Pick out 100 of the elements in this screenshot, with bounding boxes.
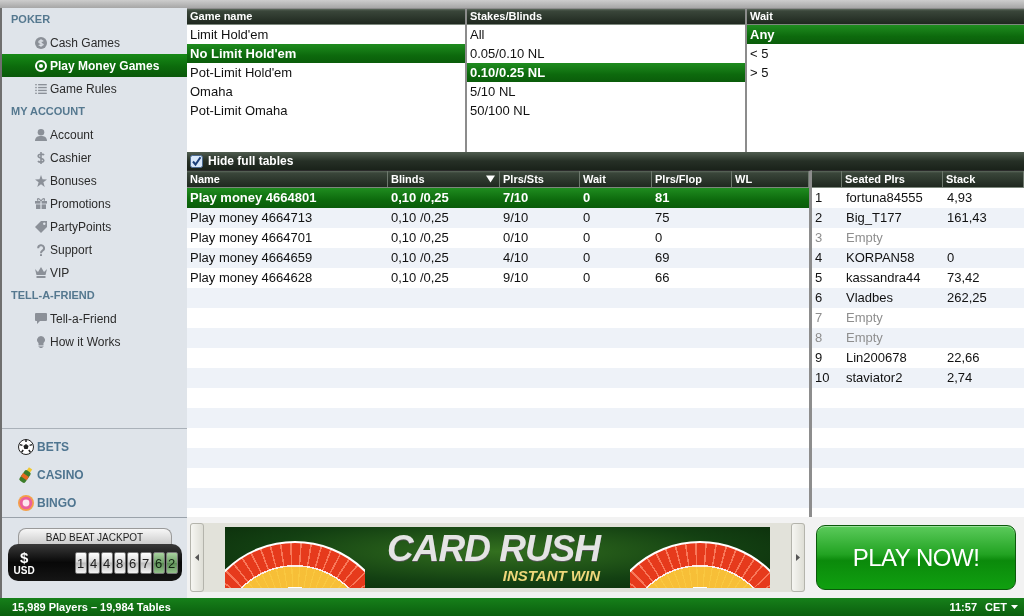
seat-number: 6 xyxy=(814,289,824,307)
sidebar-item[interactable]: Cash Games xyxy=(2,31,187,54)
digit-tile: 6 xyxy=(126,551,139,574)
table-row[interactable]: Play money 4664628 0,10 /0,25 9/10 0 66 xyxy=(187,268,809,288)
sidebar-item[interactable]: Support xyxy=(2,238,187,261)
list-option[interactable]: Omaha xyxy=(187,82,465,101)
clock-time: 11:57 xyxy=(949,601,977,613)
list-option[interactable]: All xyxy=(467,25,745,44)
sidebar-item[interactable]: Play Money Games xyxy=(2,54,187,77)
stack-amount: 262,25 xyxy=(946,289,988,307)
table-cell-text: 9/10 xyxy=(502,209,530,227)
sidebar-item[interactable]: Bonuses xyxy=(2,169,187,192)
column-header[interactable]: Stack xyxy=(946,173,976,185)
sidebar-item[interactable]: Game Rules xyxy=(2,77,187,100)
list-option[interactable]: < 5 xyxy=(747,44,1024,63)
player-name: Vladbes xyxy=(845,289,894,307)
list-icon xyxy=(34,83,47,94)
status-text: 15,989 Players – 19,984 Tables xyxy=(12,601,171,613)
column-header[interactable]: WL xyxy=(735,173,753,185)
list-option[interactable]: > 5 xyxy=(747,63,1024,82)
table-row[interactable]: Play money 4664801 0,10 /0,25 7/10 0 81 xyxy=(187,188,809,208)
seat-number: 7 xyxy=(814,309,824,327)
digit-tile: 2 xyxy=(165,551,178,574)
previous-button[interactable] xyxy=(190,523,204,592)
table-cell-text: 0 xyxy=(654,229,664,247)
list-option[interactable]: Pot-Limit Hold'em xyxy=(187,63,465,82)
sidebar-item[interactable]: Cashier xyxy=(2,146,187,169)
sidebar-item[interactable]: Tell-a-Friend xyxy=(2,307,187,330)
table-cell-text: 0 xyxy=(582,209,592,227)
digit-tile: 8 xyxy=(113,551,126,574)
table-cell-text: 75 xyxy=(654,209,671,227)
table-cell-text: Play money 4664701 xyxy=(189,229,314,247)
table-cell-text: 7/10 xyxy=(502,189,530,207)
star-icon xyxy=(34,174,47,187)
column-header[interactable]: Wait xyxy=(583,173,606,185)
banner-title: CARD RUSH xyxy=(387,531,600,567)
list-option[interactable]: 0.05/0.10 NL xyxy=(467,44,745,63)
currency-symbol: $ xyxy=(19,549,29,565)
table-row[interactable]: Play money 4664713 0,10 /0,25 9/10 0 75 xyxy=(187,208,809,228)
left-arrow-icon xyxy=(195,554,199,561)
player-name: staviator2 xyxy=(845,369,904,387)
seat-number: 9 xyxy=(814,349,824,367)
section-title: TELL-A-FRIEND xyxy=(10,288,96,303)
player-name: Big_T177 xyxy=(845,209,903,227)
table-cell-text: Play money 4664659 xyxy=(189,249,314,267)
stack-amount: 4,93 xyxy=(946,189,974,207)
player-name: kassandra44 xyxy=(845,269,922,287)
person-icon xyxy=(34,128,47,141)
list-option[interactable]: No Limit Hold'em xyxy=(187,44,465,63)
right-arrow-icon xyxy=(796,554,800,561)
digit-tile: 4 xyxy=(87,551,100,574)
column-header[interactable]: Seated Plrs xyxy=(845,173,905,185)
list-option[interactable]: Pot-Limit Omaha xyxy=(187,101,465,120)
table-cell-text: 9/10 xyxy=(502,269,530,287)
list-option[interactable]: Any xyxy=(747,25,1024,44)
seat-number: 3 xyxy=(814,229,824,247)
column-header[interactable]: Plrs/Sts xyxy=(503,173,544,185)
digit-tile: 6 xyxy=(152,551,165,574)
list-option[interactable]: 0.10/0.25 NL xyxy=(467,63,745,82)
seat-number: 8 xyxy=(814,329,824,347)
sidebar-item[interactable]: Account xyxy=(2,123,187,146)
column-header[interactable]: Name xyxy=(190,173,220,185)
table-cell-text: 4/10 xyxy=(502,249,530,267)
table-cell-text: 66 xyxy=(654,269,671,287)
list-option[interactable]: 50/100 NL xyxy=(467,101,745,120)
table-cell-text: 0,10 /0,25 xyxy=(390,269,450,287)
timezone-selector[interactable]: CET xyxy=(985,601,1018,613)
product-link[interactable]: BETS xyxy=(18,433,69,461)
table-cell-text: 81 xyxy=(654,189,671,207)
table-row[interactable]: Play money 4664659 0,10 /0,25 4/10 0 69 xyxy=(187,248,809,268)
sidebar-item[interactable]: Promotions xyxy=(2,192,187,215)
digit-tile: 1 xyxy=(74,551,87,574)
next-button[interactable] xyxy=(791,523,805,592)
question-icon xyxy=(36,243,45,256)
checkbox[interactable] xyxy=(190,154,203,168)
product-link[interactable]: BINGO xyxy=(18,489,77,517)
column-header[interactable]: Plrs/Flop xyxy=(655,173,703,185)
crown-icon xyxy=(34,267,47,278)
sidebar-item[interactable]: PartyPoints xyxy=(2,215,187,238)
list-header: Wait xyxy=(747,9,1024,25)
sidebar-item[interactable]: VIP xyxy=(2,261,187,284)
table-cell-text: 0,10 /0,25 xyxy=(390,229,450,247)
currency-code: USD xyxy=(13,564,35,576)
player-name: Empty xyxy=(845,329,884,347)
table-cell-text: 0,10 /0,25 xyxy=(390,209,450,227)
list-option[interactable]: Limit Hold'em xyxy=(187,25,465,44)
column-header[interactable]: Blinds xyxy=(391,173,425,185)
digit-tile: 7 xyxy=(139,551,152,574)
list-header: Game name xyxy=(187,9,465,25)
table-cell-text: 0 xyxy=(582,189,592,207)
table-cell-text: 0 xyxy=(582,229,592,247)
play-now-button[interactable]: PLAY NOW! xyxy=(816,525,1016,590)
table-row[interactable]: Play money 4664701 0,10 /0,25 0/10 0 0 xyxy=(187,228,809,248)
tag-icon xyxy=(34,220,47,233)
seat-number: 1 xyxy=(814,189,824,207)
table-cell-text: 69 xyxy=(654,249,671,267)
jackpot-title: BAD BEAT JACKPOT xyxy=(17,528,172,544)
sidebar-item[interactable]: How it Works xyxy=(2,330,187,353)
product-link[interactable]: CASINO xyxy=(18,461,84,489)
list-option[interactable]: 5/10 NL xyxy=(467,82,745,101)
